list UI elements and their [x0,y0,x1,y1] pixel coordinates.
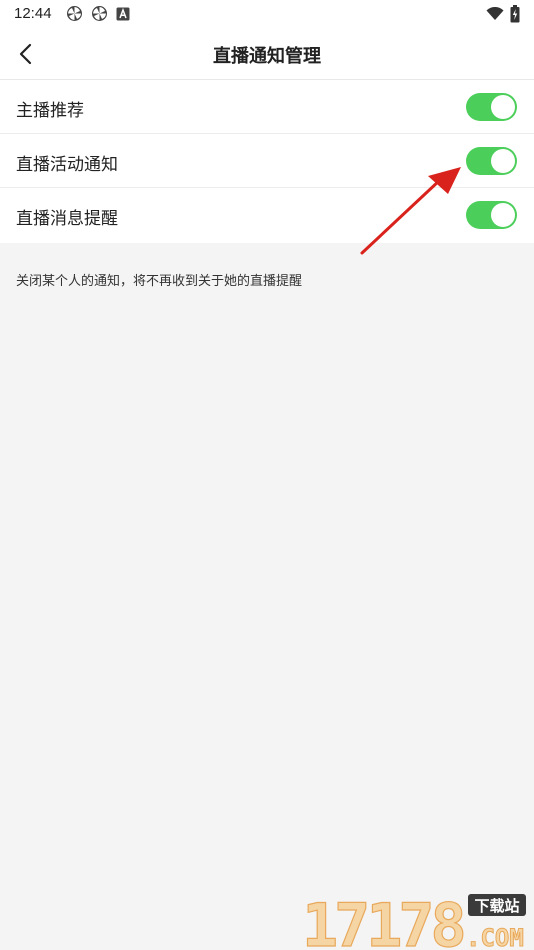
setting-row-anchor-recommend: 主播推荐 [0,80,534,134]
settings-list: 主播推荐 直播活动通知 直播消息提醒 [0,80,534,243]
live-activity-toggle[interactable] [466,147,517,175]
watermark-number: 17178 [302,891,463,950]
setting-label: 直播活动通知 [16,155,118,175]
status-icons-left [66,5,130,22]
page-title: 直播通知管理 [213,46,321,67]
battery-charging-icon [510,5,520,23]
watermark-domain: .COM [466,924,524,950]
live-message-toggle[interactable] [466,201,517,229]
toggle-knob [491,149,515,173]
status-bar: 12:44 [0,0,534,28]
toggle-knob [491,95,515,119]
pinwheel-icon [67,6,82,21]
hint-text: 关闭某个人的通知，将不再收到关于她的直播提醒 [16,274,303,289]
anchor-recommend-toggle[interactable] [466,93,517,121]
a-box-icon [116,7,130,20]
status-time: 12:44 [14,5,52,22]
setting-label: 主播推荐 [16,101,84,121]
toggle-knob [491,203,515,227]
site-watermark: 17178 下载站 .COM [301,890,526,950]
setting-row-live-activity: 直播活动通知 [0,134,534,188]
wifi-icon [486,7,504,20]
setting-label: 直播消息提醒 [16,209,118,229]
status-icons-right [486,5,520,23]
app-header: 直播通知管理 [0,28,534,80]
setting-row-live-message: 直播消息提醒 [0,188,534,243]
pinwheel-icon [92,6,107,21]
watermark-badge: 下载站 [474,897,519,915]
